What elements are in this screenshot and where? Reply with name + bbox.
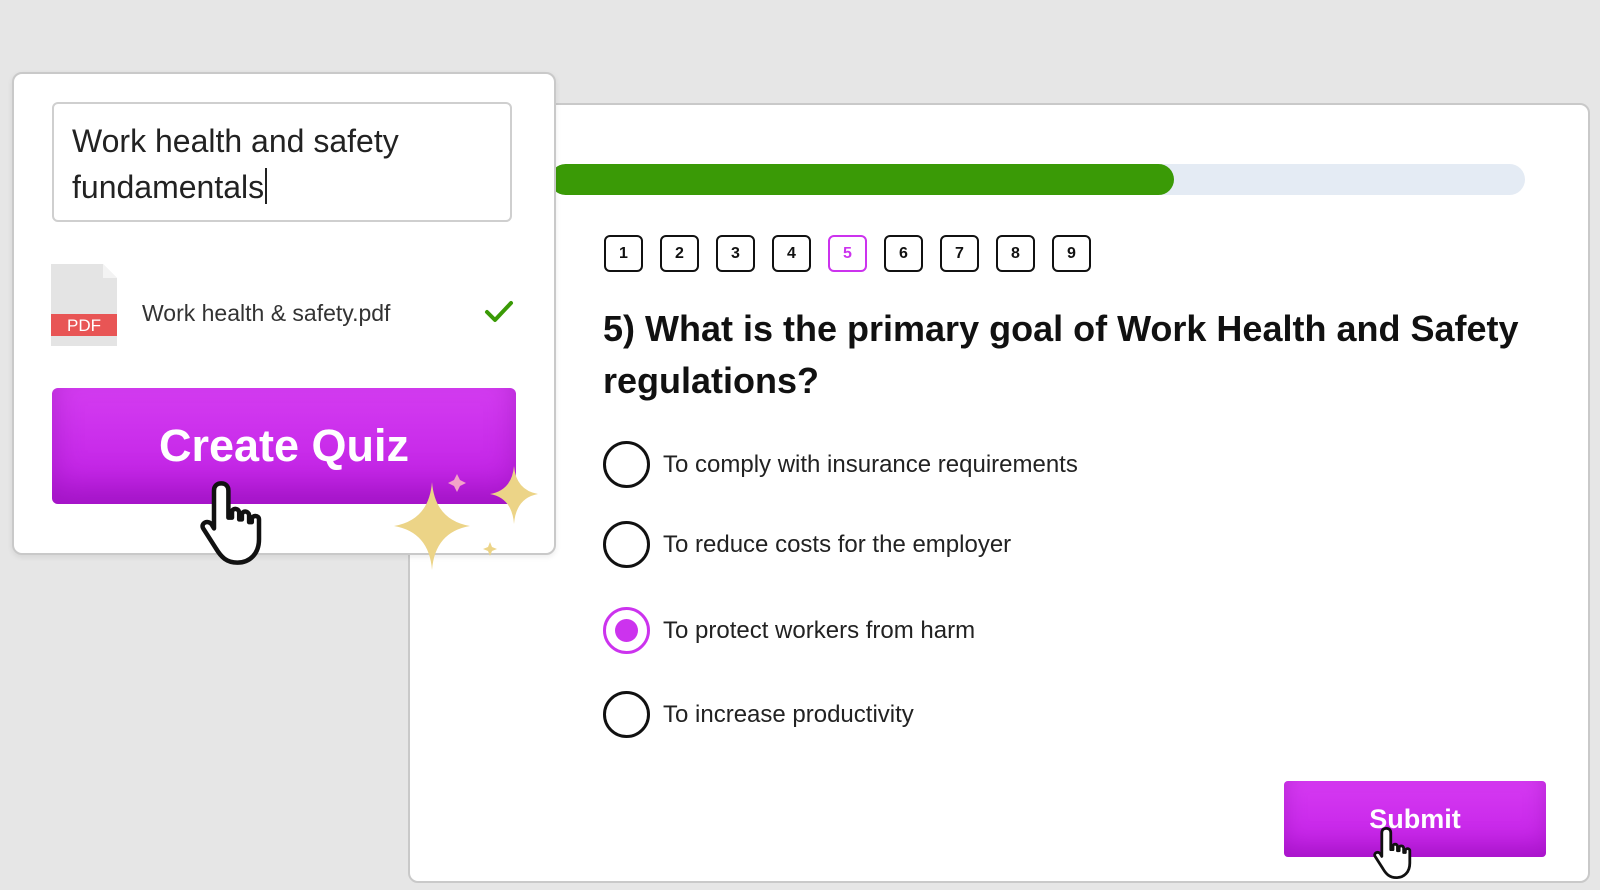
answer-option-label: To protect workers from harm — [663, 616, 976, 644]
hand-pointer-icon — [200, 481, 262, 565]
question-number-4[interactable]: 4 — [772, 235, 811, 272]
answer-option-1[interactable]: To comply with insurance requirements — [603, 441, 1078, 488]
radio-button[interactable] — [603, 521, 650, 568]
question-number-5[interactable]: 5 — [828, 235, 867, 272]
answer-option-label: To reduce costs for the employer — [663, 530, 1012, 558]
question-number-3[interactable]: 3 — [716, 235, 755, 272]
quiz-panel: 1 2 3 4 5 6 7 8 9 5) What is the primary… — [408, 103, 1590, 883]
question-number-6[interactable]: 6 — [884, 235, 923, 272]
create-quiz-button[interactable]: Create Quiz — [52, 388, 516, 504]
check-icon — [485, 301, 513, 322]
topic-input[interactable]: Work health and safety fundamentals — [52, 102, 512, 222]
question-number-1[interactable]: 1 — [604, 235, 643, 272]
hand-pointer-icon — [1373, 826, 1412, 880]
question-number-8[interactable]: 8 — [996, 235, 1035, 272]
topic-input-line-2-text: fundamentals — [72, 169, 265, 205]
answer-option-3[interactable]: To protect workers from harm — [603, 607, 975, 654]
answer-option-label: To increase productivity — [663, 700, 914, 728]
answer-option-4[interactable]: To increase productivity — [603, 691, 914, 738]
question-number-7[interactable]: 7 — [940, 235, 979, 272]
question-number-2[interactable]: 2 — [660, 235, 699, 272]
text-caret — [265, 168, 268, 204]
progress-bar-fill — [550, 164, 1174, 195]
pdf-file-icon: PDF — [51, 264, 117, 346]
question-text: 5) What is the primary goal of Work Heal… — [603, 308, 1519, 401]
create-quiz-panel: Work health and safety fundamentals PDF … — [12, 72, 556, 555]
radio-selected-dot — [615, 619, 638, 642]
question-navigator: 1 2 3 4 5 6 7 8 9 — [604, 235, 1091, 272]
question-number-9[interactable]: 9 — [1052, 235, 1091, 272]
radio-button[interactable] — [603, 441, 650, 488]
answer-option-label: To comply with insurance requirements — [663, 450, 1078, 478]
radio-button[interactable] — [603, 607, 650, 654]
file-name: Work health & safety.pdf — [142, 300, 391, 326]
topic-input-line-1: Work health and safety — [72, 123, 399, 159]
progress-bar — [550, 164, 1525, 195]
answer-option-2[interactable]: To reduce costs for the employer — [603, 521, 1011, 568]
pdf-icon-label: PDF — [67, 316, 101, 335]
radio-button[interactable] — [603, 691, 650, 738]
topic-input-line-2: fundamentals — [72, 164, 492, 210]
